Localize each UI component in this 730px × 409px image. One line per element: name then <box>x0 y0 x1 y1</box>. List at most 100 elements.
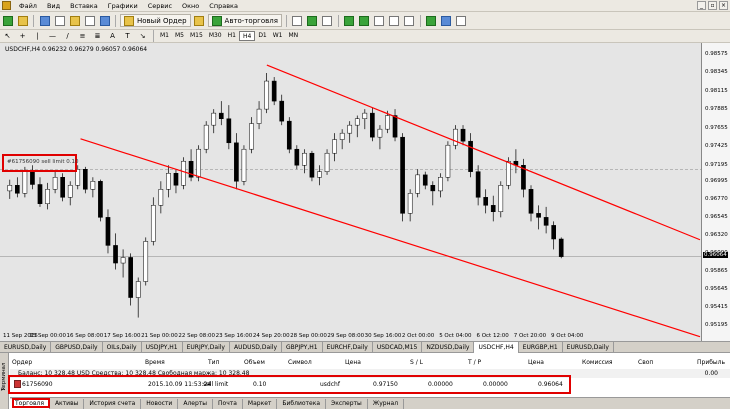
chart-shift-button[interactable] <box>403 14 416 27</box>
candle-body <box>166 173 171 190</box>
tab-mailbox[interactable]: Почта <box>213 398 243 409</box>
tab-experts[interactable]: Эксперты <box>326 398 368 409</box>
cursor-button[interactable]: ↖ <box>1 30 14 43</box>
chart-tab[interactable]: NZDUSD,Daily <box>422 341 475 353</box>
auto-trading-button[interactable]: Авто-торговля <box>207 14 282 27</box>
menu-view[interactable]: Вид <box>42 2 65 10</box>
tab-journal[interactable]: Журнал <box>368 398 405 409</box>
crosshair-button[interactable]: + <box>16 30 29 43</box>
vertical-line-icon: | <box>36 32 39 40</box>
timeframe-m5[interactable]: M5 <box>172 31 187 41</box>
candle-body <box>392 115 398 138</box>
column-header-swap[interactable]: Своп <box>638 359 653 366</box>
label-button[interactable]: T <box>121 30 134 43</box>
minimize-icon[interactable]: _ <box>697 1 706 10</box>
menu-charts[interactable]: Графики <box>103 2 143 10</box>
terminal-button[interactable] <box>83 14 96 27</box>
chart-shift-icon <box>404 15 415 26</box>
indicators-button[interactable] <box>425 14 438 27</box>
templates-button[interactable] <box>455 14 468 27</box>
horizontal-line-button[interactable]: — <box>46 30 59 43</box>
line-chart-button[interactable] <box>321 14 334 27</box>
candlestick-button[interactable] <box>306 14 319 27</box>
chart-tab[interactable]: EURCHF,Daily <box>323 341 373 353</box>
x-tick-label: 6 Oct 12:00 <box>476 333 509 339</box>
vertical-line-button[interactable]: | <box>31 30 44 43</box>
column-header-type[interactable]: Тип <box>208 359 220 366</box>
column-header-commission[interactable]: Комиссия <box>582 359 612 366</box>
chart-tab[interactable]: EURGBP,H1 <box>519 341 563 353</box>
column-header-symbol[interactable]: Символ <box>288 359 312 366</box>
column-header-order[interactable]: Ордер <box>12 359 32 366</box>
chart-tab[interactable]: GBPUSD,Daily <box>51 341 103 353</box>
navigator-button[interactable] <box>68 14 81 27</box>
timeframe-mn[interactable]: MN <box>286 31 302 41</box>
tab-alerts[interactable]: Алерты <box>178 398 214 409</box>
chart-tab[interactable]: EURUSD,Daily <box>563 341 614 353</box>
menu-tools[interactable]: Сервис <box>143 2 177 10</box>
tab-exposure[interactable]: Активы <box>50 398 85 409</box>
close-icon[interactable]: × <box>719 1 728 10</box>
column-header-price2[interactable]: Цена <box>528 359 544 366</box>
horizontal-line-icon: — <box>49 32 56 40</box>
channel-button[interactable]: ≡ <box>76 30 89 43</box>
chart-tab[interactable]: EURJPY,Daily <box>183 341 230 353</box>
arrows-button[interactable]: ↘ <box>136 30 149 43</box>
candle-body <box>302 152 307 166</box>
timeframe-m30[interactable]: M30 <box>206 31 225 41</box>
chart-tab[interactable]: OILs,Daily <box>103 341 142 353</box>
bar-chart-button[interactable] <box>291 14 304 27</box>
timeframe-d1[interactable]: D1 <box>255 31 269 41</box>
timeframe-h4[interactable]: H4 <box>238 31 256 41</box>
profiles-button[interactable] <box>16 14 29 27</box>
market-watch-button[interactable] <box>38 14 51 27</box>
fibonacci-icon: ≣ <box>94 32 101 40</box>
highlight-trade-tab-box <box>12 398 50 408</box>
zoom-out-button[interactable] <box>358 14 371 27</box>
periods-button[interactable] <box>440 14 453 27</box>
chart-tab[interactable]: GBPJPY,H1 <box>282 341 323 353</box>
candle-body <box>211 112 217 126</box>
zoom-in-button[interactable] <box>343 14 356 27</box>
chart-tab[interactable]: EURUSD,Daily <box>0 341 52 353</box>
tab-code-base[interactable]: Библиотека <box>277 398 327 409</box>
tab-market[interactable]: Маркет <box>243 398 278 409</box>
chart-tab[interactable]: USDCAD,M15 <box>373 341 423 353</box>
data-window-button[interactable] <box>53 14 66 27</box>
chart-tab[interactable]: AUDUSD,Daily <box>230 341 283 353</box>
column-header-volume[interactable]: Объем <box>244 359 265 366</box>
menu-file[interactable]: Файл <box>14 2 42 10</box>
menu-insert[interactable]: Вставка <box>65 2 103 10</box>
y-tick-label: 0.95865 <box>705 268 728 275</box>
tab-account-history[interactable]: История счета <box>84 398 142 409</box>
candle-body <box>37 184 43 204</box>
menu-window[interactable]: Окно <box>177 2 204 10</box>
column-header-time[interactable]: Время <box>145 359 165 366</box>
tile-windows-button[interactable] <box>373 14 386 27</box>
timeframe-w1[interactable]: W1 <box>270 31 286 41</box>
timeframe-h1[interactable]: H1 <box>225 31 239 41</box>
trendline-button[interactable]: / <box>61 30 74 43</box>
chart-tab-active[interactable]: USDCHF,H4 <box>474 341 519 353</box>
column-header-profit[interactable]: Прибыль <box>697 359 725 366</box>
tester-button[interactable] <box>98 14 111 27</box>
order-line-label[interactable]: #61756090 sell limit 0.10 <box>7 159 79 165</box>
fibonacci-button[interactable]: ≣ <box>91 30 104 43</box>
candlestick-chart[interactable] <box>0 43 701 341</box>
timeframe-m1[interactable]: M1 <box>157 31 172 41</box>
autoscroll-button[interactable] <box>388 14 401 27</box>
new-chart-button[interactable] <box>1 14 14 27</box>
metaeditor-icon <box>194 15 205 26</box>
timeframe-m15[interactable]: M15 <box>187 31 206 41</box>
metaeditor-button[interactable] <box>193 14 206 27</box>
tab-news[interactable]: Новости <box>141 398 179 409</box>
column-header-sl[interactable]: S / L <box>410 359 423 366</box>
column-header-tp[interactable]: T / P <box>468 359 481 366</box>
restore-icon[interactable]: ▫ <box>708 1 717 10</box>
chart-window[interactable]: USDCHF,H4 0.96232 0.96279 0.96057 0.9606… <box>0 43 730 341</box>
menu-help[interactable]: Справка <box>204 2 243 10</box>
chart-tab[interactable]: USDJPY,H1 <box>142 341 183 353</box>
text-button[interactable]: A <box>106 30 119 43</box>
column-header-price[interactable]: Цена <box>345 359 361 366</box>
new-order-button[interactable]: Новый Ордер <box>120 14 191 27</box>
